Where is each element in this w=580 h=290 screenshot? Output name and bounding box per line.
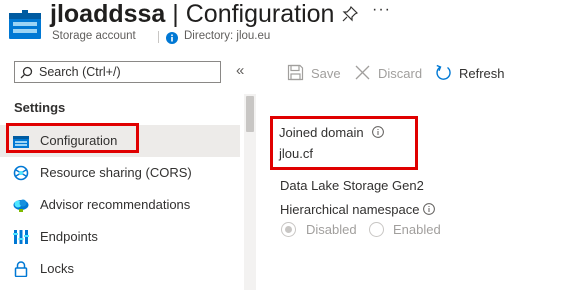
radio-enabled-option[interactable] <box>369 222 384 237</box>
sidebar-item-label: Endpoints <box>40 229 98 244</box>
refresh-button[interactable]: Refresh <box>435 63 510 83</box>
hierarchical-namespace-label: Hierarchical namespace <box>280 202 420 217</box>
page-title: jloaddssa | Configuration <box>50 0 334 30</box>
sidebar-scrollbar-thumb[interactable] <box>246 96 254 132</box>
discard-label: Discard <box>378 66 423 81</box>
search-input[interactable]: Search (Ctrl+/) <box>14 61 221 83</box>
info-icon[interactable] <box>423 202 435 215</box>
highlight-box-joined-domain <box>270 116 418 170</box>
discard-button[interactable]: Discard <box>354 63 429 83</box>
search-placeholder: Search (Ctrl+/) <box>39 65 121 79</box>
resource-name: jloaddssa <box>50 0 166 28</box>
save-button[interactable]: Save <box>287 63 347 83</box>
storage-account-icon <box>8 10 42 40</box>
sidebar-item-endpoints[interactable]: Endpoints <box>0 221 240 253</box>
more-options-icon[interactable]: ··· <box>372 1 391 19</box>
sidebar-item-label: Resource sharing (CORS) <box>40 165 192 180</box>
blade-name: Configuration <box>185 0 335 28</box>
radio-disabled-option[interactable] <box>281 222 296 237</box>
collapse-sidebar-icon[interactable]: « <box>236 62 244 79</box>
radio-label-enabled: Enabled <box>393 222 441 237</box>
lock-icon <box>13 261 29 278</box>
advisor-icon <box>13 197 29 213</box>
sidebar-item-label: Locks <box>40 261 74 276</box>
refresh-icon <box>435 64 452 81</box>
subtitle-divider <box>158 31 159 43</box>
sidebar-item-locks[interactable]: Locks <box>0 253 240 285</box>
highlight-box-configuration <box>6 123 139 153</box>
sidebar-item-label: Advisor recommendations <box>40 197 191 212</box>
resource-type: Storage account <box>52 30 136 42</box>
adls-section-title: Data Lake Storage Gen2 <box>280 178 424 193</box>
pin-icon[interactable] <box>342 5 359 22</box>
discard-icon <box>354 64 371 81</box>
search-icon <box>20 66 33 79</box>
sidebar-item-cors[interactable]: Resource sharing (CORS) <box>0 157 240 189</box>
endpoints-icon <box>13 229 29 245</box>
info-icon <box>166 31 178 44</box>
radio-label-disabled: Disabled <box>306 222 357 237</box>
directory-label: Directory: jlou.eu <box>184 30 271 42</box>
refresh-label: Refresh <box>459 66 505 81</box>
cors-icon <box>13 165 29 181</box>
settings-section-header: Settings <box>14 100 66 115</box>
save-label: Save <box>311 66 341 81</box>
title-separator: | <box>172 0 179 28</box>
save-icon <box>287 64 304 81</box>
sidebar-item-advisor[interactable]: Advisor recommendations <box>0 189 240 221</box>
